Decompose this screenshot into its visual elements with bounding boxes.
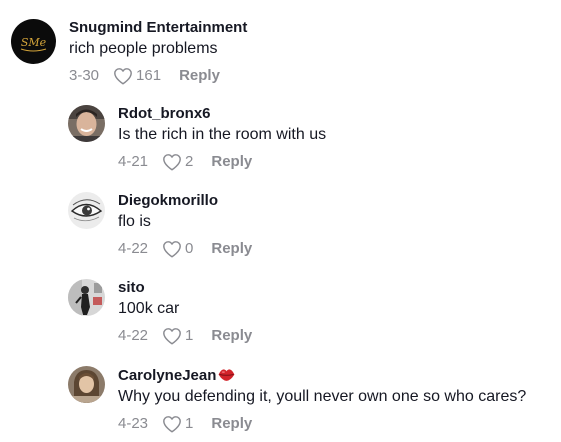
comment-text: flo is bbox=[118, 213, 151, 230]
reply-button[interactable]: Reply bbox=[211, 239, 252, 259]
comment-date: 4-21 bbox=[118, 153, 149, 170]
like-button[interactable]: 161 bbox=[113, 66, 161, 86]
avatar[interactable] bbox=[68, 192, 105, 229]
heart-icon bbox=[163, 328, 181, 345]
username[interactable]: Rdot_bronx6 bbox=[118, 105, 326, 123]
comment-text: Is the rich in the room with us bbox=[118, 126, 327, 143]
like-count: 2 bbox=[185, 153, 194, 170]
username[interactable]: sito bbox=[118, 279, 252, 297]
comment-date: 3-30 bbox=[69, 67, 100, 84]
like-count: 161 bbox=[136, 67, 162, 84]
like-count: 0 bbox=[185, 240, 194, 257]
avatar[interactable] bbox=[68, 279, 105, 316]
comment-date: 4-22 bbox=[118, 240, 149, 257]
heart-icon bbox=[163, 241, 181, 258]
comment-date: 4-23 bbox=[118, 415, 149, 432]
username[interactable]: CarolyneJean bbox=[118, 366, 526, 385]
sketch-eye-avatar bbox=[68, 192, 105, 229]
heart-icon bbox=[163, 416, 181, 433]
reply-item: sito 100k car 4-22 1 Reply bbox=[68, 279, 252, 346]
smiling-man-avatar bbox=[68, 105, 105, 142]
comment-text: 100k car bbox=[118, 300, 180, 317]
like-count: 1 bbox=[185, 327, 194, 344]
reply-button[interactable]: Reply bbox=[179, 66, 220, 86]
heart-icon bbox=[114, 68, 132, 85]
like-button[interactable]: 1 bbox=[162, 326, 193, 346]
reply-button[interactable]: Reply bbox=[211, 326, 252, 346]
username[interactable]: Snugmind Entertainment bbox=[69, 19, 247, 37]
username[interactable]: Diegokmorillo bbox=[118, 192, 252, 210]
avatar[interactable] bbox=[68, 105, 105, 142]
reply-item: CarolyneJean Why you defending it, youll… bbox=[68, 366, 526, 434]
comment-date: 4-22 bbox=[118, 327, 149, 344]
avatar[interactable] bbox=[68, 366, 105, 403]
reply-button[interactable]: Reply bbox=[211, 414, 252, 434]
like-count: 1 bbox=[185, 415, 194, 432]
username-text: CarolyneJean bbox=[118, 367, 217, 384]
woman-photo-avatar bbox=[68, 366, 105, 403]
like-button[interactable]: 2 bbox=[162, 152, 193, 172]
avatar[interactable]: SMe bbox=[11, 19, 56, 64]
figure-photo-avatar bbox=[68, 279, 105, 316]
reply-button[interactable]: Reply bbox=[211, 152, 252, 172]
reply-item: Rdot_bronx6 Is the rich in the room with… bbox=[68, 105, 326, 172]
lips-emoji-icon bbox=[218, 369, 235, 381]
comment-text: Why you defending it, youll never own on… bbox=[118, 388, 527, 405]
reply-item: Diegokmorillo flo is 4-22 0 Reply bbox=[68, 192, 252, 259]
like-button[interactable]: 1 bbox=[162, 414, 193, 434]
like-button[interactable]: 0 bbox=[162, 239, 193, 259]
svg-text:SMe: SMe bbox=[21, 36, 47, 49]
heart-icon bbox=[163, 154, 181, 171]
comment-text: rich people problems bbox=[69, 40, 218, 57]
brand-logo-avatar: SMe bbox=[11, 19, 56, 64]
comment-item: SMe Snugmind Entertainment rich people p… bbox=[11, 19, 247, 86]
